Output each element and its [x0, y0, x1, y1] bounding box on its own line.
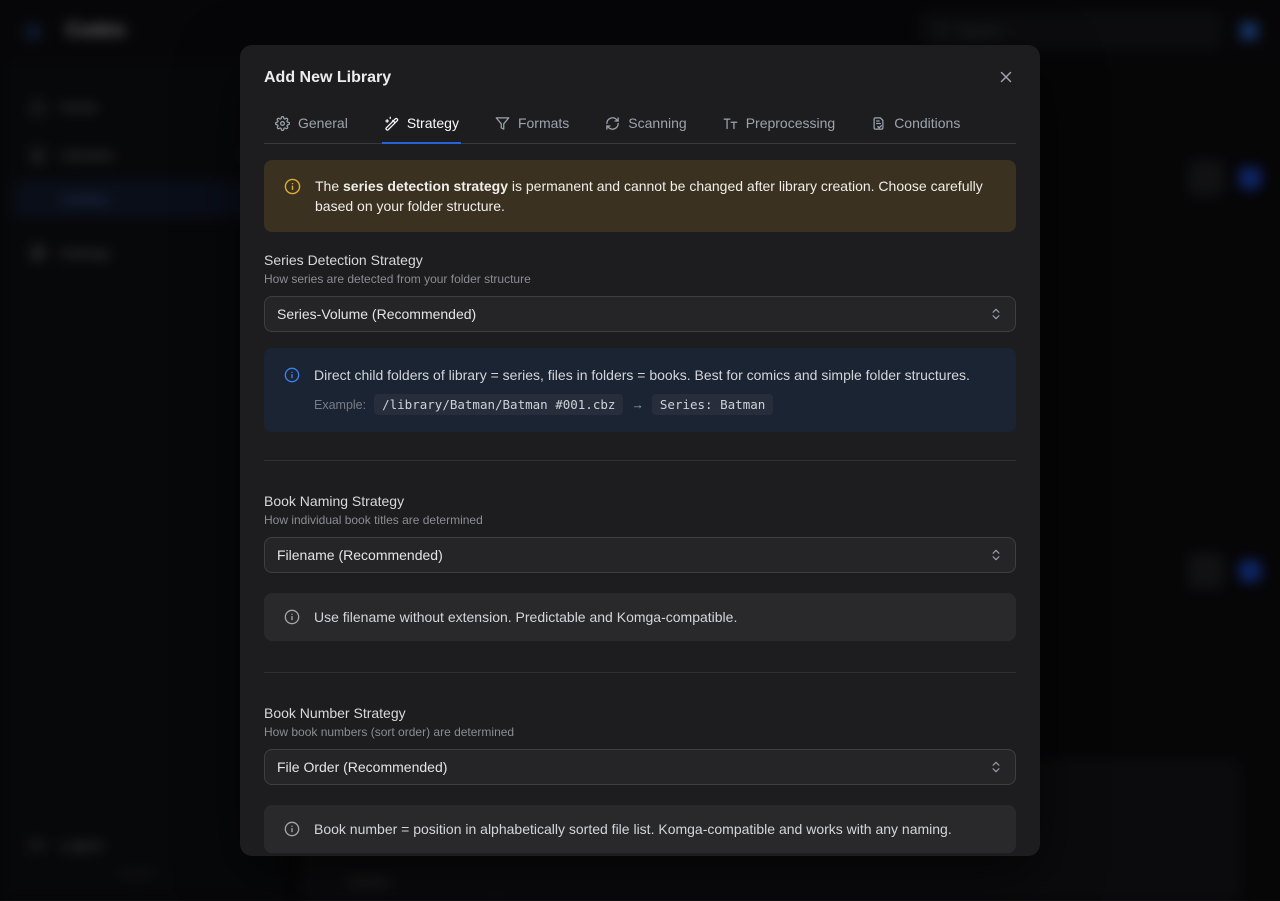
- book-number-label: Book Number Strategy: [264, 705, 1016, 721]
- info-icon: [284, 609, 300, 625]
- tab-label: Scanning: [628, 115, 686, 131]
- example-row: Example: /library/Batman/Batman #001.cbz…: [314, 394, 970, 415]
- type-icon: [723, 116, 738, 131]
- book-naming-description: How individual book titles are determine…: [264, 513, 1016, 527]
- tab-label: Strategy: [407, 115, 459, 131]
- series-detection-description: How series are detected from your folder…: [264, 272, 1016, 286]
- tab-general[interactable]: General: [273, 109, 350, 144]
- series-detection-label: Series Detection Strategy: [264, 252, 1016, 268]
- example-path-code: /library/Batman/Batman #001.cbz: [374, 394, 623, 415]
- permanent-strategy-warning: The series detection strategy is permane…: [264, 160, 1016, 232]
- info-text: Book number = position in alphabetically…: [314, 819, 952, 839]
- funnel-icon: [495, 116, 510, 131]
- add-library-modal: Add New Library General Strategy Formats…: [240, 45, 1040, 856]
- chevron-up-down-icon: [989, 760, 1003, 774]
- modal-title: Add New Library: [264, 69, 391, 87]
- book-number-select[interactable]: File Order (Recommended): [264, 749, 1016, 785]
- book-number-description: How book numbers (sort order) are determ…: [264, 725, 1016, 739]
- file-check-icon: [871, 116, 886, 131]
- series-detection-select[interactable]: Series-Volume (Recommended): [264, 296, 1016, 332]
- tab-label: Formats: [518, 115, 569, 131]
- divider: [264, 672, 1016, 673]
- tab-label: Conditions: [894, 115, 960, 131]
- warning-text: The series detection strategy is permane…: [315, 176, 991, 216]
- tab-label: General: [298, 115, 348, 131]
- info-icon: [284, 178, 301, 195]
- tab-preprocessing[interactable]: Preprocessing: [721, 109, 838, 144]
- tab-label: Preprocessing: [746, 115, 836, 131]
- example-label: Example:: [314, 398, 366, 412]
- example-result-code: Series: Batman: [652, 394, 773, 415]
- chevron-up-down-icon: [989, 307, 1003, 321]
- series-detection-info: Direct child folders of library = series…: [264, 348, 1016, 432]
- selected-value: Filename (Recommended): [277, 547, 443, 563]
- modal-tabs: General Strategy Formats Scanning Prepro…: [264, 109, 1016, 144]
- book-naming-label: Book Naming Strategy: [264, 493, 1016, 509]
- gear-icon: [275, 116, 290, 131]
- info-text: Direct child folders of library = series…: [314, 365, 970, 385]
- book-number-info: Book number = position in alphabetically…: [264, 805, 1016, 853]
- book-naming-select[interactable]: Filename (Recommended): [264, 537, 1016, 573]
- info-icon: [284, 821, 300, 837]
- divider: [264, 460, 1016, 461]
- info-icon: [284, 367, 300, 383]
- tab-scanning[interactable]: Scanning: [603, 109, 688, 144]
- arrow-glyph: →: [631, 398, 644, 412]
- refresh-icon: [605, 116, 620, 131]
- selected-value: Series-Volume (Recommended): [277, 306, 476, 322]
- tab-strategy[interactable]: Strategy: [382, 109, 461, 144]
- info-text: Use filename without extension. Predicta…: [314, 607, 737, 627]
- close-icon[interactable]: [996, 68, 1016, 88]
- chevron-up-down-icon: [989, 548, 1003, 562]
- wand-icon: [384, 116, 399, 131]
- selected-value: File Order (Recommended): [277, 759, 447, 775]
- tab-conditions[interactable]: Conditions: [869, 109, 962, 144]
- tab-formats[interactable]: Formats: [493, 109, 571, 144]
- book-naming-info: Use filename without extension. Predicta…: [264, 593, 1016, 641]
